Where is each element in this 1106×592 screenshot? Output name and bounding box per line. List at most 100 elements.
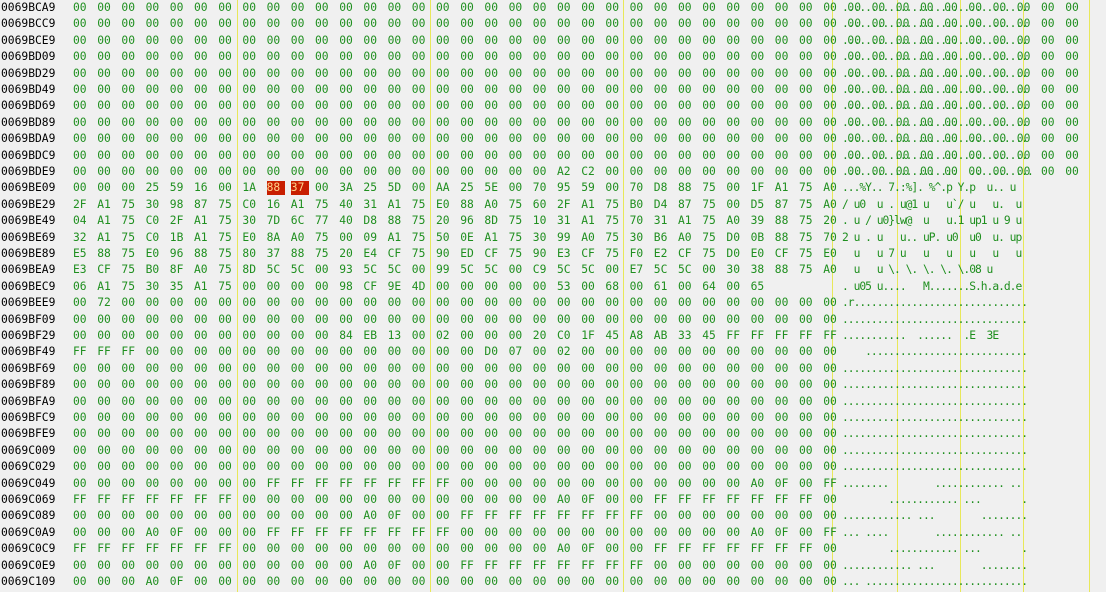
hex-byte[interactable]: 00 [678,411,696,425]
hex-byte[interactable]: 00 [678,313,696,327]
hex-byte[interactable]: 37 [267,247,285,261]
hex-byte[interactable]: 5C [291,263,309,277]
hex-byte[interactable]: 00 [218,83,236,97]
hex-byte[interactable]: 00 [436,67,454,81]
hex-byte[interactable]: 00 [194,362,212,376]
hex-byte[interactable]: 00 [194,99,212,113]
hex-byte[interactable]: 00 [242,460,260,474]
hex-byte[interactable]: 00 [73,444,91,458]
hex-byte[interactable]: 00 [557,296,575,310]
hex-byte[interactable]: 1F [751,181,769,195]
hex-byte[interactable]: 00 [242,411,260,425]
ascii-column-text[interactable]: .r.............................. [842,295,1028,311]
hex-byte[interactable]: FF [388,526,406,540]
hex-byte[interactable]: 00 [194,17,212,31]
hex-byte[interactable]: 00 [267,296,285,310]
hex-byte[interactable]: 00 [388,50,406,64]
hex-byte[interactable]: 00 [823,345,841,359]
ascii-column-text[interactable]: ................................ [842,98,1028,114]
hex-byte[interactable]: 00 [751,575,769,589]
hex-byte[interactable]: A0 [291,231,309,245]
hex-byte[interactable]: 00 [823,378,841,392]
hex-byte[interactable]: 00 [412,181,430,195]
hex-byte[interactable]: 00 [315,444,333,458]
hex-byte[interactable]: 00 [412,559,430,573]
hex-byte[interactable]: FF [291,477,309,491]
hex-byte[interactable]: 00 [363,1,381,15]
hex-byte[interactable]: 00 [533,280,551,294]
hex-byte[interactable]: 00 [218,362,236,376]
hex-byte[interactable]: 00 [726,280,744,294]
hex-byte[interactable]: 00 [242,362,260,376]
hex-byte[interactable]: 00 [630,526,648,540]
hex-byte[interactable]: 00 [605,460,623,474]
hex-byte[interactable]: 00 [363,395,381,409]
hex-byte[interactable]: 68 [605,280,623,294]
hex-byte[interactable]: 88 [775,214,793,228]
hex-byte[interactable]: 00 [73,509,91,523]
hex-byte[interactable]: 00 [97,181,115,195]
hex-byte[interactable]: 00 [630,296,648,310]
hex-byte[interactable]: 75 [121,263,139,277]
hex-byte[interactable]: 00 [388,313,406,327]
hex-byte[interactable]: FF [751,493,769,507]
hex-byte[interactable]: 16 [267,198,285,212]
hex-byte[interactable]: 00 [291,493,309,507]
hex-byte[interactable]: 00 [533,99,551,113]
hex-byte[interactable]: 96 [170,247,188,261]
hex-byte[interactable]: 00 [267,34,285,48]
hex-byte[interactable]: 00 [412,149,430,163]
hex-byte[interactable]: 00 [484,99,502,113]
hex-byte[interactable]: 00 [315,296,333,310]
hex-byte[interactable]: 00 [267,427,285,441]
hex-byte[interactable]: 00 [291,165,309,179]
hex-byte[interactable]: 75 [412,214,430,228]
hex-byte[interactable]: FF [823,477,841,491]
hex-byte[interactable]: 00 [170,444,188,458]
hex-byte[interactable]: 00 [484,17,502,31]
hex-byte[interactable]: 00 [218,526,236,540]
hex-byte[interactable]: 00 [823,1,841,15]
hex-byte[interactable]: C2 [581,165,599,179]
hex-byte[interactable]: FF [121,493,139,507]
hex-byte[interactable]: 00 [678,17,696,31]
hex-byte[interactable]: 00 [654,296,672,310]
hex-byte[interactable]: C0 [146,214,164,228]
hex-byte[interactable]: 00 [799,17,817,31]
hex-byte[interactable]: 75 [412,198,430,212]
hex-byte[interactable]: 00 [170,17,188,31]
hex-byte[interactable]: FF [73,493,91,507]
hex-byte[interactable]: 00 [460,116,478,130]
hex-byte[interactable]: 00 [823,460,841,474]
hex-byte[interactable]: A0 [484,198,502,212]
hex-byte[interactable]: 00 [436,296,454,310]
hex-byte[interactable]: 00 [460,493,478,507]
hex-byte[interactable]: 00 [218,34,236,48]
hex-byte[interactable]: 00 [242,50,260,64]
hex-byte[interactable]: 00 [775,313,793,327]
hex-byte[interactable]: 1A [242,181,260,195]
hex-byte[interactable]: FF [557,509,575,523]
hex-byte[interactable]: 00 [678,559,696,573]
hex-byte[interactable]: 00 [509,67,527,81]
hex-byte[interactable]: 00 [146,83,164,97]
hex-byte[interactable]: 00 [799,444,817,458]
hex-byte[interactable]: 00 [533,575,551,589]
hex-byte[interactable]: 00 [412,427,430,441]
hex-byte[interactable]: 02 [557,345,575,359]
hex-byte[interactable]: 00 [170,395,188,409]
hex-byte[interactable]: 00 [339,67,357,81]
hex-byte[interactable]: 00 [605,99,623,113]
hex-byte[interactable]: 00 [799,477,817,491]
hex-byte[interactable]: 99 [557,231,575,245]
hex-byte[interactable]: 00 [630,165,648,179]
hex-byte[interactable]: 00 [654,116,672,130]
hex-byte[interactable]: 00 [823,132,841,146]
hex-byte[interactable]: 00 [267,99,285,113]
hex-byte[interactable]: 5C [363,263,381,277]
hex-byte[interactable]: 00 [581,67,599,81]
hex-byte[interactable]: 00 [533,362,551,376]
hex-byte[interactable]: 00 [194,296,212,310]
hex-byte[interactable]: E7 [630,263,648,277]
hex-byte[interactable]: 00 [678,34,696,48]
